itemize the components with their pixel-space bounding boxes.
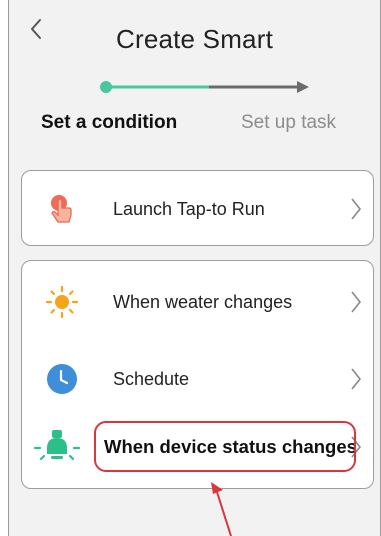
step-dot-icon (100, 81, 112, 93)
chevron-right-icon (349, 367, 363, 391)
page-title: Create Smart (115, 24, 273, 54)
tap-hand-icon (44, 191, 80, 227)
annotation-arrow-icon (211, 482, 232, 536)
condition-weather-label: When weater changes (113, 291, 293, 312)
chevron-right-icon (349, 435, 363, 459)
condition-weather-row[interactable]: When weater changes (22, 272, 373, 332)
chevron-right-icon (349, 290, 363, 314)
condition-schedule-label: Schedute (113, 368, 190, 389)
step-set-up-task[interactable]: Set up task (241, 112, 336, 134)
launch-tap-to-run-label: Launch Tap-to Run (113, 198, 265, 219)
step-set-condition[interactable]: Set a condition (41, 112, 177, 134)
clock-icon (44, 361, 80, 397)
condition-device-status-label: When device status changes (104, 436, 357, 457)
condition-schedule-row[interactable]: Schedute (22, 349, 373, 409)
launch-tap-to-run-row[interactable]: Launch Tap-to Run (22, 179, 373, 239)
sun-icon (44, 284, 80, 320)
lamp-icon (32, 429, 82, 465)
chevron-right-icon (349, 197, 363, 221)
phone-screen: Create Smart Set a condition Set up task… (8, 0, 381, 536)
conditions-card: When weater changes Schedute When device… (21, 260, 374, 489)
step-progress-indicator (100, 81, 309, 93)
condition-device-status-row[interactable]: When device status changes (22, 417, 373, 477)
tap-to-run-card: Launch Tap-to Run (21, 170, 374, 246)
